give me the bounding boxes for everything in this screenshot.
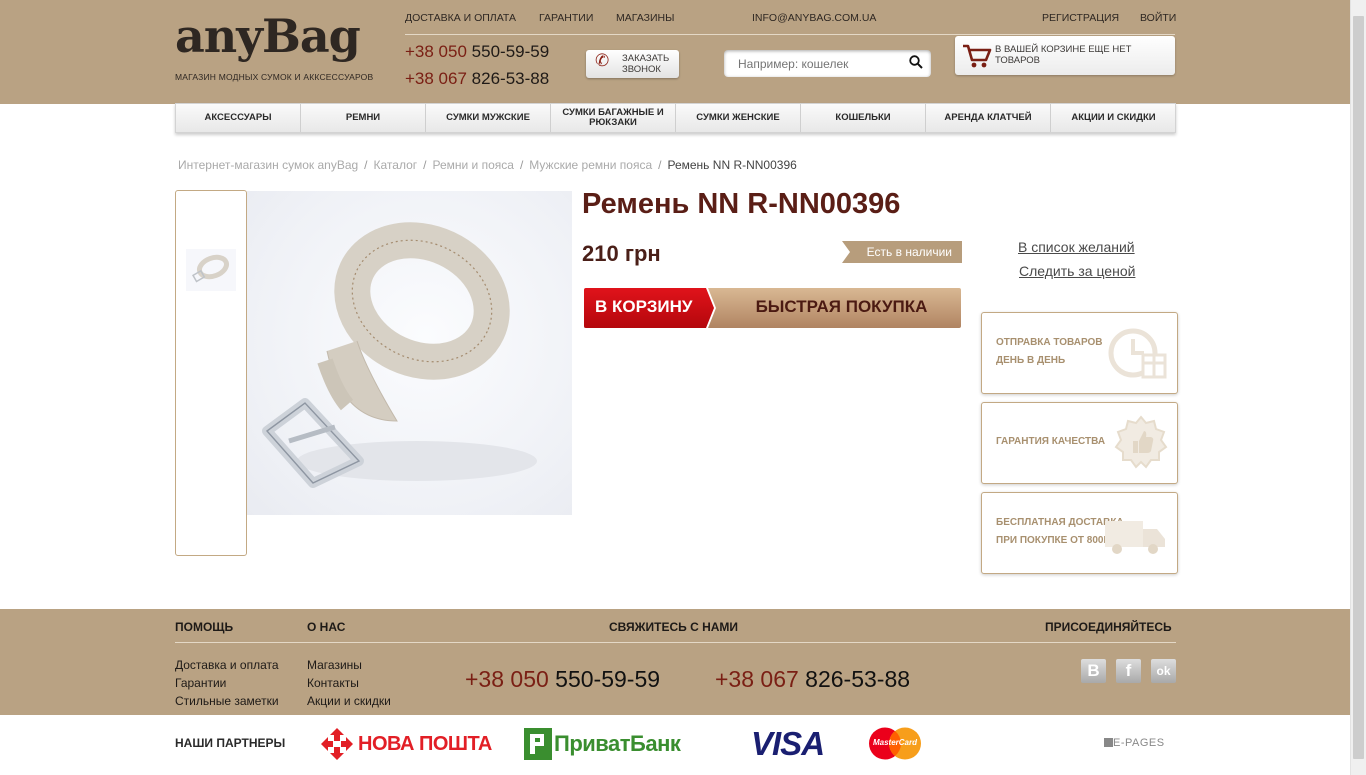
category-mens-bags[interactable]: СУМКИ МУЖСКИЕ: [426, 104, 551, 132]
product-main-image[interactable]: [247, 191, 572, 515]
mastercard-logo[interactable]: MasterCard: [868, 727, 922, 760]
breadcrumb-home[interactable]: Интернет-магазин сумок anyBag: [178, 158, 358, 172]
feature-quality-guarantee[interactable]: ГАРАНТИЯ КАЧЕСТВА: [981, 402, 1178, 484]
thumbs-up-badge-icon: [1114, 415, 1168, 469]
phone-icon: ✆: [595, 51, 610, 70]
footer-link-contacts[interactable]: Контакты: [307, 676, 359, 690]
nav-stores[interactable]: МАГАЗИНЫ: [616, 12, 674, 24]
category-menu: АКСЕССУАРЫ РЕМНИ СУМКИ МУЖСКИЕ СУМКИ БАГ…: [175, 103, 1176, 133]
category-clutch-rent[interactable]: АРЕНДА КЛАТЧЕЙ: [926, 104, 1051, 132]
site-header: anyBag МАГАЗИН МОДНЫХ СУМОК И АККСЕССУАР…: [0, 0, 1350, 104]
category-luggage[interactable]: СУМКИ БАГАЖНЫЕ И РЮКЗАКИ: [551, 104, 676, 132]
product-title: Ремень NN R-NN00396: [582, 188, 901, 220]
product-price: 210 грн: [582, 241, 661, 266]
category-sales[interactable]: АКЦИИ И СКИДКИ: [1051, 104, 1176, 132]
breadcrumb-belts[interactable]: Ремни и пояса: [432, 158, 513, 172]
nova-poshta-icon: [321, 728, 353, 760]
delivery-truck-icon: [1105, 521, 1165, 554]
search-input[interactable]: [724, 50, 894, 77]
login-link[interactable]: ВОЙТИ: [1140, 12, 1176, 24]
partners-label: НАШИ ПАРТНЕРЫ: [175, 736, 286, 750]
cart-widget[interactable]: В ВАШЕЙ КОРЗИНЕ ЕЩЕ НЕТ ТОВАРОВ: [955, 36, 1175, 75]
facebook-icon[interactable]: f: [1116, 659, 1141, 683]
header-divider: [405, 34, 1175, 35]
breadcrumb-mens-belts[interactable]: Мужские ремни пояса: [529, 158, 652, 172]
footer-link-guarantees[interactable]: Гарантии: [175, 676, 226, 690]
footer-link-sales[interactable]: Акции и скидки: [307, 694, 391, 708]
stock-badge: Есть в наличии: [842, 241, 962, 263]
clock-gift-icon: [1108, 328, 1167, 379]
footer-link-stores[interactable]: Магазины: [307, 658, 362, 672]
cart-status: В ВАШЕЙ КОРЗИНЕ ЕЩЕ НЕТ ТОВАРОВ: [995, 44, 1132, 66]
privatbank-logo[interactable]: ПриватБанк: [524, 727, 681, 761]
breadcrumb-catalog[interactable]: Каталог: [374, 158, 418, 172]
footer-about-title: О НАС: [307, 620, 346, 634]
odnoklassniki-icon[interactable]: ok: [1151, 659, 1176, 683]
search-box: [724, 50, 931, 77]
thumbnail-strip: [175, 190, 247, 556]
footer-phone-2[interactable]: +38 067 826-53-88: [715, 666, 910, 693]
feature-2-line-1: ГАРАНТИЯ КАЧЕСТВА: [996, 436, 1106, 447]
cart-icon: [963, 44, 992, 68]
feature-1-line-2: ДЕНЬ В ДЕНЬ: [996, 355, 1066, 366]
logo-tagline: МАГАЗИН МОДНЫХ СУМОК И АККСЕССУАРОВ: [175, 72, 374, 82]
epages-logo[interactable]: E-PAGES: [1104, 737, 1165, 749]
nova-poshta-logo[interactable]: НОВА ПОШТА: [320, 727, 492, 761]
footer-join-title: ПРИСОЕДИНЯЙТЕСЬ: [1045, 620, 1172, 634]
search-icon[interactable]: [909, 55, 923, 69]
nav-guarantees[interactable]: ГАРАНТИИ: [539, 12, 593, 24]
breadcrumb-current: Ремень NN R-NN00396: [667, 158, 797, 172]
nav-delivery[interactable]: ДОСТАВКА И ОПЛАТА: [405, 12, 516, 24]
footer-link-delivery[interactable]: Доставка и оплата: [175, 658, 279, 672]
feature-1-line-1: ОТПРАВКА ТОВАРОВ: [996, 337, 1103, 348]
feature-same-day-shipping[interactable]: ОТПРАВКА ТОВАРОВ ДЕНЬ В ДЕНЬ: [981, 312, 1178, 394]
header-phone-1[interactable]: +38 050 550-59-59: [405, 42, 549, 62]
site-footer: ПОМОЩЬ О НАС СВЯЖИТЕСЬ С НАМИ ПРИСОЕДИНЯ…: [0, 609, 1350, 715]
vkontakte-icon[interactable]: В: [1081, 659, 1106, 683]
footer-phone-1[interactable]: +38 050 550-59-59: [465, 666, 660, 693]
page-scrollbar[interactable]: [1350, 0, 1366, 775]
site-logo[interactable]: anyBag: [175, 8, 361, 64]
epages-mark-icon: [1104, 738, 1113, 747]
category-accessories[interactable]: АКСЕССУАРЫ: [176, 104, 301, 132]
callback-label: ЗАКАЗАТЬ ЗВОНОК: [622, 53, 670, 75]
partners-bar: НАШИ ПАРТНЕРЫ НОВА ПОШТА ПриватБанк VISA…: [0, 715, 1350, 775]
product-thumbnail[interactable]: [186, 249, 236, 291]
privatbank-icon: [524, 728, 552, 760]
scrollbar-thumb[interactable]: [1353, 16, 1364, 759]
footer-help-title: ПОМОЩЬ: [175, 620, 234, 634]
footer-link-notes[interactable]: Стильные заметки: [175, 694, 279, 708]
category-wallets[interactable]: КОШЕЛЬКИ: [801, 104, 926, 132]
visa-logo[interactable]: VISA: [751, 725, 825, 763]
register-link[interactable]: РЕГИСТРАЦИЯ: [1042, 12, 1119, 24]
quick-buy-button[interactable]: БЫСТРАЯ ПОКУПКА: [708, 288, 961, 328]
feature-free-delivery[interactable]: БЕСПЛАТНАЯ ДОСТАВКА ПРИ ПОКУПКЕ ОТ 800ГР…: [981, 492, 1178, 574]
wishlist-link[interactable]: В список желаний: [1018, 239, 1135, 255]
header-phone-2[interactable]: +38 067 826-53-88: [405, 69, 549, 89]
callback-button[interactable]: ✆ ЗАКАЗАТЬ ЗВОНОК: [586, 50, 679, 78]
track-price-link[interactable]: Следить за ценой: [1019, 263, 1135, 279]
category-belts[interactable]: РЕМНИ: [301, 104, 426, 132]
footer-divider: [175, 642, 1176, 643]
footer-contact-title: СВЯЖИТЕСЬ С НАМИ: [609, 620, 739, 634]
header-email[interactable]: INFO@ANYBAG.COM.UA: [752, 12, 876, 24]
breadcrumb: Интернет-магазин сумок anyBag / Каталог / Ре…: [178, 158, 797, 172]
add-to-cart-button[interactable]: В КОРЗИНУ: [584, 288, 714, 328]
category-womens-bags[interactable]: СУМКИ ЖЕНСКИЕ: [676, 104, 801, 132]
